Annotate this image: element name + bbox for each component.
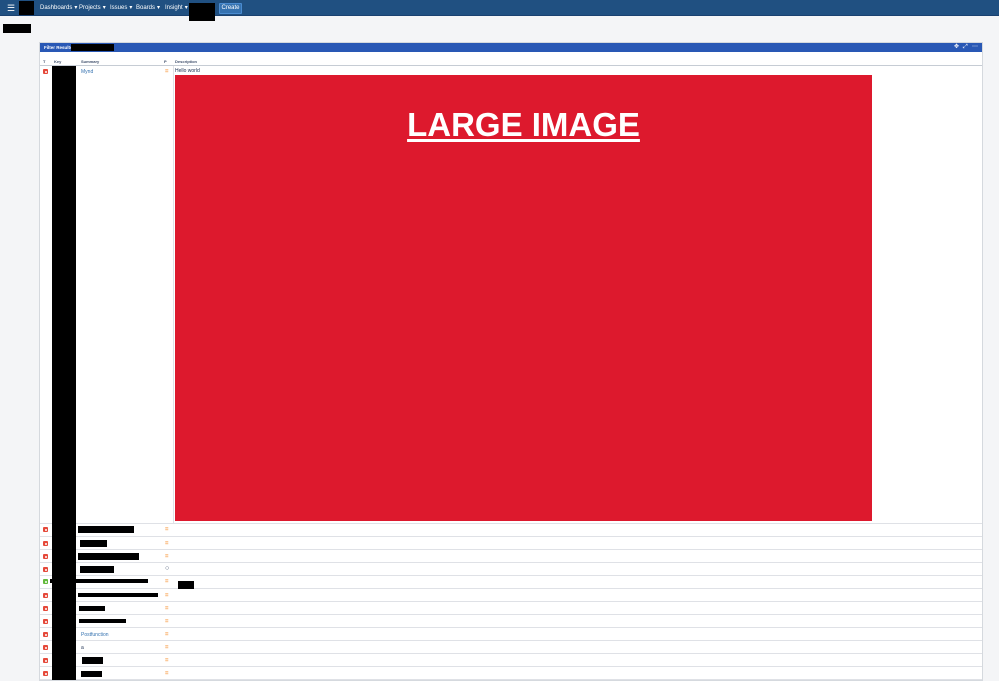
issue-summary[interactable]: a [81,645,84,651]
nav-projects-label: Projects [79,5,101,11]
image-caption: LARGE IMAGE [407,106,640,143]
column-header-key[interactable]: Key [54,58,61,66]
more-icon[interactable]: ⋯ [972,43,978,52]
bug-icon [43,632,48,637]
bug-icon [43,658,48,663]
chevron-down-icon: ▾ [184,5,188,11]
table-row: = [40,615,982,628]
grid-menu-icon[interactable]: ☰ [6,3,16,13]
nav-boards[interactable]: Boards ▾ [136,3,160,14]
nav-issues[interactable]: Issues ▾ [110,3,132,14]
priority-medium-icon: = [165,632,169,638]
redacted-description [178,581,194,589]
table-row: = [40,589,982,602]
table-row: ○ [40,563,982,576]
redacted-page-title [3,24,31,33]
priority-medium-icon: = [165,527,169,533]
bug-icon [43,567,48,572]
bug-icon [43,527,48,532]
priority-medium-icon: = [165,606,169,612]
nav-dashboards[interactable]: Dashboards ▾ [40,3,77,14]
nav-issues-label: Issues [110,5,128,11]
bug-icon [43,69,48,74]
bug-icon [43,541,48,546]
priority-medium-icon: = [165,579,169,585]
issue-summary-link[interactable]: Postfunction [81,632,109,638]
chevron-down-icon: ▾ [129,5,133,11]
nav-dashboards-label: Dashboards [40,5,73,11]
column-header-summary[interactable]: Summary [81,58,99,66]
table-row: a = [40,641,982,654]
priority-medium-icon: = [165,645,169,651]
priority-medium-icon: = [165,554,169,560]
redacted-summary[interactable] [80,566,114,573]
issue-description: Hello world [175,68,200,74]
move-icon[interactable]: ✥ [954,43,959,52]
redacted-summary[interactable] [78,553,139,560]
redacted-summary[interactable] [79,619,126,623]
filter-results-gadget: Filter Results ✥ ⤢ ⋯ T Key Summary P Des… [39,42,983,681]
bug-icon [43,645,48,650]
table-row: = [40,550,982,563]
redacted-filter-name [71,44,114,51]
redacted-summary[interactable] [78,593,158,597]
table-row: = [40,602,982,615]
description-image: LARGE IMAGE [175,75,872,521]
chevron-down-icon: ▾ [102,5,106,11]
column-header-description[interactable]: Description [175,58,197,66]
redacted-summary[interactable] [79,606,105,611]
redacted-nav-item[interactable] [189,3,215,21]
gadget-title: Filter Results [44,45,73,50]
bug-icon [43,606,48,611]
column-divider [173,66,174,523]
priority-medium-icon: = [165,541,169,547]
create-button[interactable]: Create [219,3,242,14]
table-row: = [40,654,982,667]
redacted-summary[interactable] [80,540,107,547]
table-row: = [40,576,982,589]
table-row: Postfunction = [40,628,982,641]
redacted-key-column [52,66,76,680]
issue-summary-link[interactable]: Mynd [81,69,93,75]
bug-icon [43,671,48,676]
redacted-summary[interactable] [81,671,102,677]
nav-insight[interactable]: Insight ▾ [165,3,188,14]
chevron-down-icon: ▾ [74,5,78,11]
redacted-summary[interactable] [78,526,134,533]
priority-medium-icon: = [165,619,169,625]
table-row: = [40,537,982,550]
bug-icon [43,593,48,598]
priority-circle-icon: ○ [165,565,170,572]
nav-boards-label: Boards [136,5,156,11]
table-row: = [40,667,982,680]
table-row: = [40,524,982,537]
gadget-header: Filter Results ✥ ⤢ ⋯ [40,43,982,52]
top-navigation-bar: ☰ Dashboards ▾ Projects ▾ Issues ▾ Boards ▾ … [0,0,999,16]
story-icon [43,579,48,584]
column-header-priority[interactable]: P [164,58,167,66]
priority-medium-icon: = [165,593,169,599]
redacted-logo[interactable] [19,1,34,15]
table-header: T Key Summary P Description [40,58,982,66]
priority-medium-icon: = [165,69,169,75]
redacted-summary[interactable] [82,657,103,664]
priority-medium-icon: = [165,658,169,664]
nav-projects[interactable]: Projects ▾ [79,3,106,14]
bug-icon [43,619,48,624]
column-header-type[interactable]: T [43,58,45,66]
bug-icon [43,554,48,559]
priority-medium-icon: = [165,671,169,677]
chevron-down-icon: ▾ [157,5,161,11]
nav-insight-label: Insight [165,5,183,11]
expand-icon[interactable]: ⤢ [963,43,968,52]
